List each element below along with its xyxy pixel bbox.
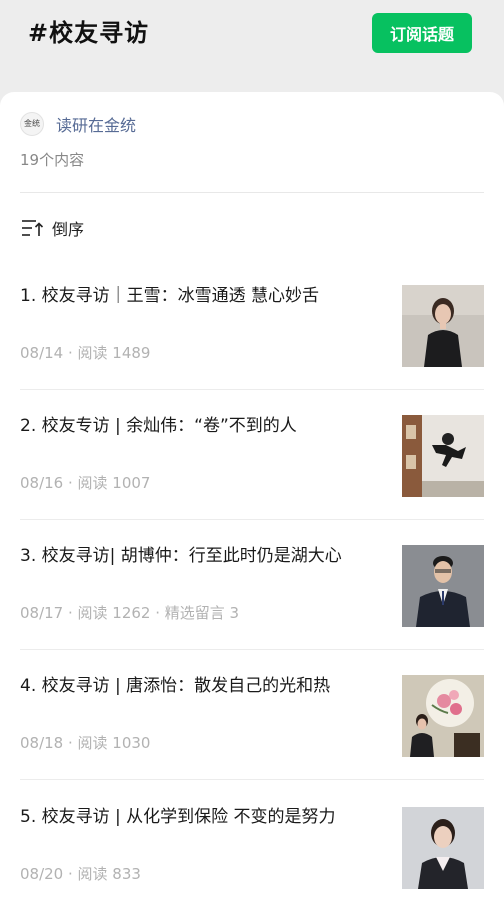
divider bbox=[20, 192, 484, 193]
article-thumbnail[interactable] bbox=[402, 675, 484, 757]
subscribe-topic-button[interactable]: 订阅话题 bbox=[372, 13, 472, 53]
article-item[interactable]: 1. 校友寻访｜王雪：冰雪通透 慧心妙舌 08/14 · 阅读 1489 bbox=[20, 282, 484, 412]
account-avatar[interactable]: 金统 bbox=[20, 112, 44, 136]
article-title[interactable]: 4. 校友寻访 | 唐添怡：散发自己的光和热 bbox=[20, 672, 380, 700]
article-thumbnail[interactable] bbox=[402, 285, 484, 367]
sort-order-icon bbox=[22, 220, 44, 236]
article-item[interactable]: 5. 校友寻访 | 从化学到保险 不变的是努力 08/20 · 阅读 833 bbox=[20, 803, 484, 912]
topic-title: #校友寻访 bbox=[28, 19, 150, 47]
article-item[interactable]: 2. 校友专访 | 余灿伟：“卷”不到的人 08/16 · 阅读 1007 bbox=[20, 412, 484, 542]
content-count: 19个内容 bbox=[20, 151, 85, 169]
article-thumbnail[interactable] bbox=[402, 415, 484, 497]
article-meta: 08/14 · 阅读 1489 bbox=[20, 344, 151, 362]
article-item[interactable]: 3. 校友寻访| 胡博仲：行至此时仍是湖大心 08/17 · 阅读 1262 ·… bbox=[20, 542, 484, 672]
sort-label: 倒序 bbox=[52, 220, 85, 239]
sort-toggle[interactable]: 倒序 bbox=[20, 216, 84, 240]
article-meta: 08/18 · 阅读 1030 bbox=[20, 734, 151, 752]
article-item[interactable]: 4. 校友寻访 | 唐添怡：散发自己的光和热 08/18 · 阅读 1030 bbox=[20, 672, 484, 802]
account-row[interactable]: 金统 读研在金统 bbox=[20, 112, 136, 136]
account-name[interactable]: 读研在金统 bbox=[56, 112, 136, 136]
article-meta: 08/20 · 阅读 833 bbox=[20, 865, 141, 883]
article-title[interactable]: 3. 校友寻访| 胡博仲：行至此时仍是湖大心 bbox=[20, 542, 380, 570]
row-divider bbox=[20, 649, 484, 650]
row-divider bbox=[20, 519, 484, 520]
article-thumbnail[interactable] bbox=[402, 807, 484, 889]
article-title[interactable]: 5. 校友寻访 | 从化学到保险 不变的是努力 bbox=[20, 803, 380, 831]
article-title[interactable]: 2. 校友专访 | 余灿伟：“卷”不到的人 bbox=[20, 412, 380, 440]
content-card: 金统 读研在金统 19个内容 倒序 1. 校友寻访｜王雪：冰雪通透 慧心妙舌 0… bbox=[0, 92, 504, 912]
article-title[interactable]: 1. 校友寻访｜王雪：冰雪通透 慧心妙舌 bbox=[20, 282, 380, 310]
article-meta: 08/16 · 阅读 1007 bbox=[20, 474, 151, 492]
article-meta: 08/17 · 阅读 1262 · 精选留言 3 bbox=[20, 604, 240, 622]
row-divider bbox=[20, 389, 484, 390]
row-divider bbox=[20, 779, 484, 780]
article-thumbnail[interactable] bbox=[402, 545, 484, 627]
topic-header: #校友寻访 订阅话题 bbox=[0, 0, 504, 92]
